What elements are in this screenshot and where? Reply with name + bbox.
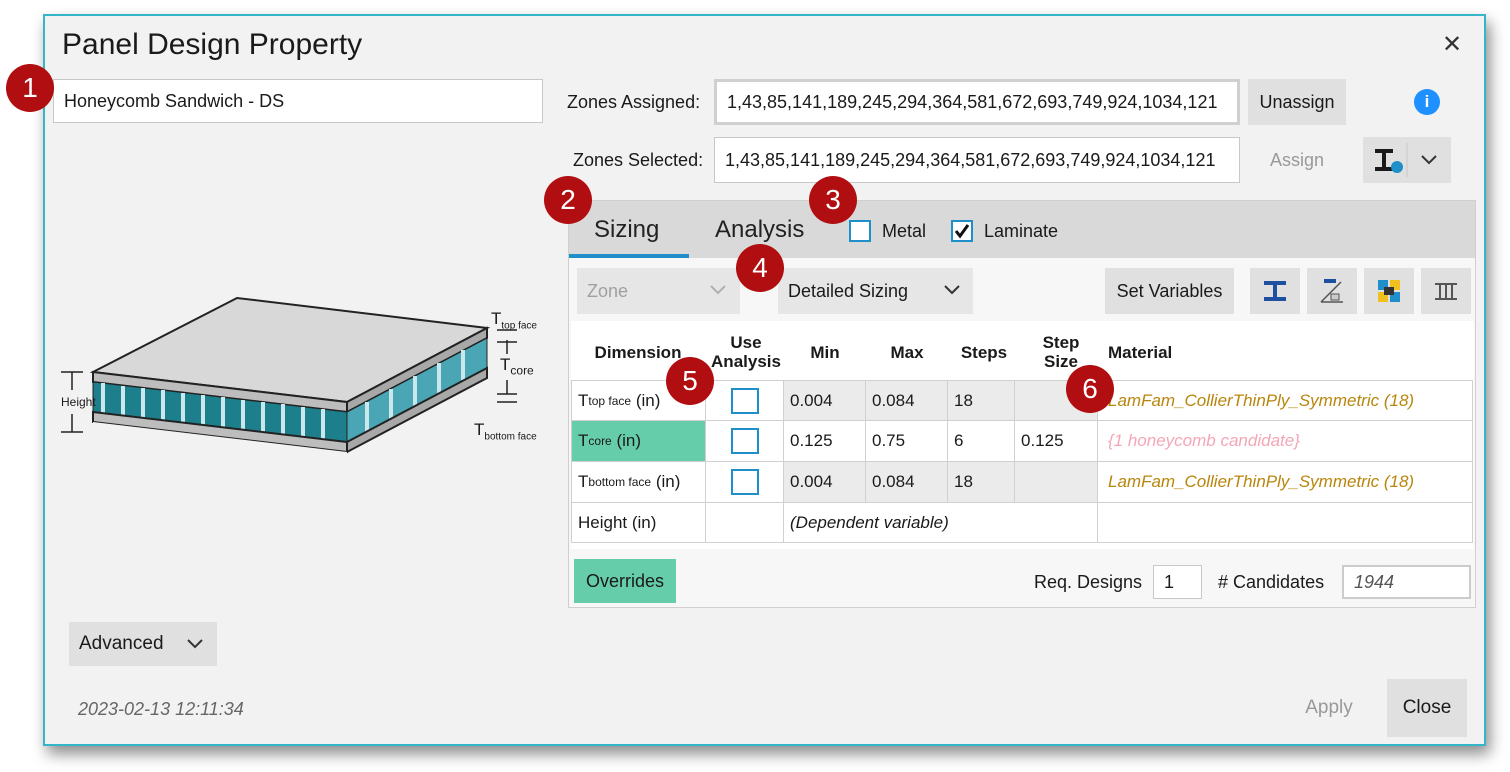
section-assign-icon[interactable] [1363, 137, 1451, 183]
callout-badge-4: 4 [736, 244, 784, 292]
checkmark-icon [954, 224, 970, 239]
metal-label: Metal [882, 221, 927, 241]
chevron-down-icon [187, 639, 203, 649]
callout-badge-3: 3 [809, 176, 857, 224]
material-height-empty [1097, 502, 1473, 543]
laminate-checkbox[interactable] [951, 220, 973, 242]
sizing-mode-value: Detailed Sizing [788, 280, 909, 301]
header-steps: Steps [960, 342, 1008, 362]
height-label: Height [61, 395, 96, 409]
bottom-face-label: Tbottom face [474, 420, 537, 443]
max-core[interactable]: 0.75 [865, 420, 948, 462]
layout-button[interactable] [1364, 268, 1414, 314]
steps-top-face[interactable]: 18 [947, 380, 1015, 421]
assign-tool-split-button[interactable] [1363, 137, 1451, 183]
chevron-down-icon [710, 285, 726, 295]
header-min: Min [810, 342, 840, 362]
property-name-input[interactable]: Honeycomb Sandwich - DS [53, 79, 543, 123]
overrides-button[interactable]: Overrides [574, 559, 676, 603]
steps-bottom-face[interactable]: 18 [947, 461, 1015, 503]
pi-section-button[interactable] [1421, 268, 1471, 314]
step-size-core[interactable]: 0.125 [1014, 420, 1098, 462]
zones-assigned-field[interactable]: 1,43,85,141,189,245,294,364,581,672,693,… [714, 79, 1240, 125]
row-height-label: Height (in) [571, 502, 706, 543]
use-analysis-cell-empty [705, 502, 784, 543]
step-size-bottom-face[interactable] [1014, 461, 1098, 503]
tab-sizing[interactable]: Sizing [594, 216, 659, 244]
honeycomb-sandwich-diagram [61, 296, 517, 482]
max-top-face[interactable]: 0.084 [865, 380, 948, 421]
zones-selected-label: Zones Selected: [573, 150, 704, 170]
timestamp: 2023-02-13 12:11:34 [78, 699, 244, 719]
req-designs-label: Req. Designs [1034, 572, 1143, 592]
dialog-title: Panel Design Property [62, 28, 363, 61]
close-icon[interactable]: ✕ [1442, 30, 1462, 59]
set-variables-button[interactable]: Set Variables [1105, 268, 1234, 314]
assign-button[interactable]: Assign [1270, 150, 1324, 171]
top-face-label: Ttop face [491, 309, 537, 332]
use-analysis-checkbox-top-face[interactable] [730, 387, 759, 414]
min-core[interactable]: 0.125 [783, 420, 866, 462]
material-core[interactable]: {1 honeycomb candidate} [1097, 420, 1473, 462]
pi-section-icon [1435, 283, 1457, 300]
tab-analysis[interactable]: Analysis [715, 216, 804, 244]
candidates-field: 1944 [1342, 565, 1471, 599]
callout-badge-2: 2 [544, 176, 592, 224]
advanced-dropdown[interactable]: Advanced [69, 622, 217, 666]
close-button[interactable]: Close [1387, 679, 1467, 737]
min-top-face[interactable]: 0.004 [783, 380, 866, 421]
info-icon[interactable]: i [1414, 89, 1440, 115]
min-max-icon [1320, 279, 1343, 303]
apply-button[interactable]: Apply [1291, 679, 1367, 737]
callout-badge-1: 1 [6, 64, 54, 112]
header-material: Material [1108, 342, 1173, 362]
steps-core[interactable]: 6 [947, 420, 1015, 462]
layout-icon [1378, 280, 1400, 302]
header-max: Max [890, 342, 924, 362]
min-max-button[interactable] [1307, 268, 1357, 314]
ibeam-icon [1264, 281, 1286, 301]
row-bottom-face-label: Tbottom face (in) [571, 461, 706, 503]
header-use-analysis: Use Analysis [711, 333, 781, 371]
height-dependent-variable: (Dependent variable) [783, 502, 1098, 543]
sizing-mode-dropdown[interactable]: Detailed Sizing [778, 268, 973, 314]
callout-badge-5: 5 [666, 357, 714, 405]
use-analysis-checkbox-bottom-face[interactable] [730, 469, 759, 495]
use-analysis-cell [705, 380, 784, 421]
row-core-label: Tcore (in) [571, 420, 706, 462]
unassign-button[interactable]: Unassign [1248, 79, 1346, 125]
zone-dropdown[interactable]: Zone [577, 268, 740, 314]
ibeam-section-button[interactable] [1250, 268, 1300, 314]
callout-badge-6: 6 [1066, 365, 1114, 413]
metal-checkbox[interactable] [849, 220, 871, 242]
use-analysis-checkbox-core[interactable] [730, 428, 759, 454]
material-top-face[interactable]: LamFam_CollierThinPly_Symmetric (18) [1097, 380, 1473, 421]
active-tab-indicator [569, 254, 689, 258]
header-dimension: Dimension [594, 342, 682, 362]
zones-assigned-label: Zones Assigned: [567, 92, 701, 112]
zone-dropdown-value: Zone [587, 280, 629, 301]
laminate-label: Laminate [984, 221, 1059, 241]
req-designs-input[interactable]: 1 [1153, 565, 1202, 599]
min-bottom-face[interactable]: 0.004 [783, 461, 866, 503]
chevron-down-icon [944, 285, 960, 295]
use-analysis-cell [705, 420, 784, 462]
zones-selected-field[interactable]: 1,43,85,141,189,245,294,364,581,672,693,… [714, 137, 1240, 183]
max-bottom-face[interactable]: 0.084 [865, 461, 948, 503]
core-label: Tcore [500, 355, 534, 378]
advanced-label: Advanced [79, 633, 164, 654]
use-analysis-cell [705, 461, 784, 503]
candidates-label: # Candidates [1218, 572, 1325, 592]
material-bottom-face[interactable]: LamFam_CollierThinPly_Symmetric (18) [1097, 461, 1473, 503]
